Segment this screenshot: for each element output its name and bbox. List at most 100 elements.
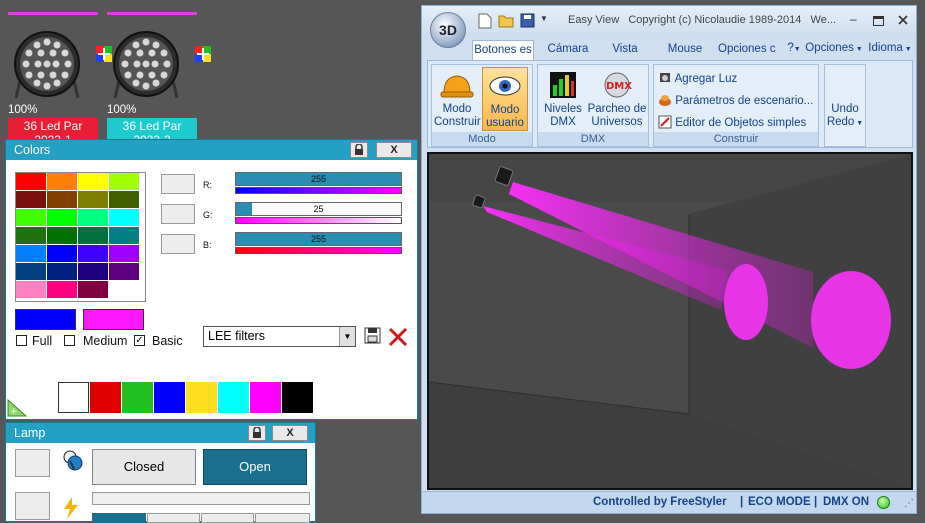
tab-vista[interactable]: Vista xyxy=(602,40,648,60)
color-grid-cell[interactable] xyxy=(47,263,77,280)
3d-viewport[interactable] xyxy=(427,152,913,490)
tab-botones[interactable]: Botones es xyxy=(472,40,534,61)
shutter-button[interactable] xyxy=(15,449,50,477)
niveles-dmx-button[interactable]: Niveles DMX xyxy=(540,67,586,131)
options-menu[interactable]: Opciones ▼ xyxy=(804,39,864,59)
color-grid-cell[interactable] xyxy=(47,191,77,208)
colors-panel: Colors X R: G: B: 255 25 255 Full Medium… xyxy=(5,139,418,420)
new-file-icon[interactable] xyxy=(478,13,492,29)
basic-color-swatch[interactable] xyxy=(282,382,313,413)
object-editor-icon xyxy=(658,115,672,129)
close-button[interactable]: X xyxy=(376,142,412,158)
color-grid-cell[interactable] xyxy=(16,263,46,280)
modo-construir-button[interactable]: Modo Construir xyxy=(434,67,481,131)
green-slider[interactable]: 25 xyxy=(235,202,402,216)
app-logo[interactable]: 3D xyxy=(430,12,466,48)
color-grid-cell[interactable] xyxy=(109,227,139,244)
color-grid-cell[interactable] xyxy=(78,173,108,190)
language-menu[interactable]: Idioma ▼ xyxy=(866,39,914,59)
minimize-button[interactable]: – xyxy=(850,12,857,26)
color-grid-cell[interactable] xyxy=(16,281,46,298)
editor-objetos-label: Editor de Objetos simples xyxy=(675,117,807,129)
color-grid-cell[interactable] xyxy=(47,281,77,298)
open-button[interactable]: Open xyxy=(203,449,307,485)
closed-button[interactable]: Closed xyxy=(92,449,196,485)
chevron-down-icon: ▼ xyxy=(854,120,864,127)
color-grid-cell[interactable] xyxy=(47,245,77,262)
color-grid-cell[interactable] xyxy=(47,173,77,190)
basic-color-swatch[interactable] xyxy=(122,382,153,413)
red-slider[interactable]: 255 xyxy=(235,172,402,186)
tab-mouse[interactable]: Mouse xyxy=(662,40,708,60)
qat-dropdown-icon[interactable]: ▼ xyxy=(540,14,548,23)
basic-color-swatch[interactable] xyxy=(218,382,249,413)
close-button[interactable]: X xyxy=(272,425,308,441)
open-folder-icon[interactable] xyxy=(498,13,515,28)
editor-objetos-button[interactable]: Editor de Objetos simples xyxy=(658,115,806,130)
save-icon[interactable] xyxy=(520,13,535,28)
lamp-progress-bar[interactable] xyxy=(92,492,310,505)
color-grid-cell[interactable] xyxy=(16,191,46,208)
help-menu[interactable]: ?▼ xyxy=(786,39,802,59)
lock-button[interactable] xyxy=(350,142,368,158)
color-grid-cell[interactable] xyxy=(16,245,46,262)
checkmark-icon: ✓ xyxy=(135,335,144,346)
maximize-icon[interactable] xyxy=(873,16,884,26)
basic-color-swatch[interactable] xyxy=(154,382,185,413)
color-grid-cell[interactable] xyxy=(109,245,139,262)
tab-camara[interactable]: Cámara xyxy=(542,40,594,60)
basic-color-swatch[interactable] xyxy=(250,382,281,413)
medium-checkbox[interactable] xyxy=(64,335,75,346)
color-grid-cell[interactable] xyxy=(16,227,46,244)
group-construir: Agregar Luz Parámetros de escenario... E… xyxy=(653,64,819,147)
blue-slider[interactable]: 255 xyxy=(235,232,402,246)
color-grid-cell[interactable] xyxy=(78,245,108,262)
full-checkbox[interactable] xyxy=(16,335,27,346)
color-grid-cell[interactable] xyxy=(78,263,108,280)
undo-redo-button[interactable]: Undo Redo ▼ xyxy=(825,103,865,130)
color-grid-cell[interactable] xyxy=(78,281,108,298)
color-grid-cell[interactable] xyxy=(109,191,139,208)
color-grid-cell[interactable] xyxy=(16,209,46,226)
add-corner-icon[interactable]: + xyxy=(6,398,28,418)
parcheo-universos-button[interactable]: DMX Parcheo de Universos xyxy=(586,67,648,131)
filter-select[interactable]: LEE filters ▼ xyxy=(203,326,356,347)
basic-checkbox[interactable]: ✓ xyxy=(134,335,145,346)
color-grid-cell[interactable] xyxy=(109,281,139,298)
basic-color-swatch[interactable] xyxy=(58,382,89,413)
basic-color-swatch[interactable] xyxy=(186,382,217,413)
red-preset-button[interactable] xyxy=(161,174,195,194)
color-grid-cell[interactable] xyxy=(78,209,108,226)
status-separator: | xyxy=(740,496,744,508)
save-icon[interactable] xyxy=(364,327,381,344)
parametros-button[interactable]: Parámetros de escenario... xyxy=(658,93,813,108)
lamp-mode-1[interactable] xyxy=(92,513,146,523)
modo-usuario-button[interactable]: Modo usuario xyxy=(482,67,528,131)
green-gradient-bar xyxy=(235,217,402,224)
blue-preset-button[interactable] xyxy=(161,234,195,254)
color-grid-cell[interactable] xyxy=(78,227,108,244)
basic-color-preview[interactable] xyxy=(83,309,144,330)
resize-grip-icon[interactable]: ⋰ xyxy=(904,494,914,514)
lamp-mode-3[interactable] xyxy=(201,513,254,523)
color-grid-cell[interactable] xyxy=(78,191,108,208)
color-grid-cell[interactable] xyxy=(109,263,139,280)
color-grid-cell[interactable] xyxy=(16,173,46,190)
green-preset-button[interactable] xyxy=(161,204,195,224)
close-icon[interactable] xyxy=(898,15,908,25)
lock-button[interactable] xyxy=(248,425,266,441)
tab-opciones-c[interactable]: Opciones c xyxy=(718,40,784,60)
color-grid-cell[interactable] xyxy=(109,173,139,190)
color-grid-cell[interactable] xyxy=(47,227,77,244)
lamp-mode-4[interactable] xyxy=(255,513,310,523)
full-color-preview[interactable] xyxy=(15,309,76,330)
lamp-mode-2[interactable] xyxy=(147,513,200,523)
color-grid-cell[interactable] xyxy=(47,209,77,226)
shutter-icon xyxy=(63,450,83,471)
agregar-luz-button[interactable]: Agregar Luz xyxy=(658,71,737,86)
lamp-power-button[interactable] xyxy=(15,492,50,520)
color-grid-cell[interactable] xyxy=(109,209,139,226)
delete-icon[interactable] xyxy=(388,327,408,347)
basic-label: Basic xyxy=(152,334,183,348)
basic-color-swatch[interactable] xyxy=(90,382,121,413)
